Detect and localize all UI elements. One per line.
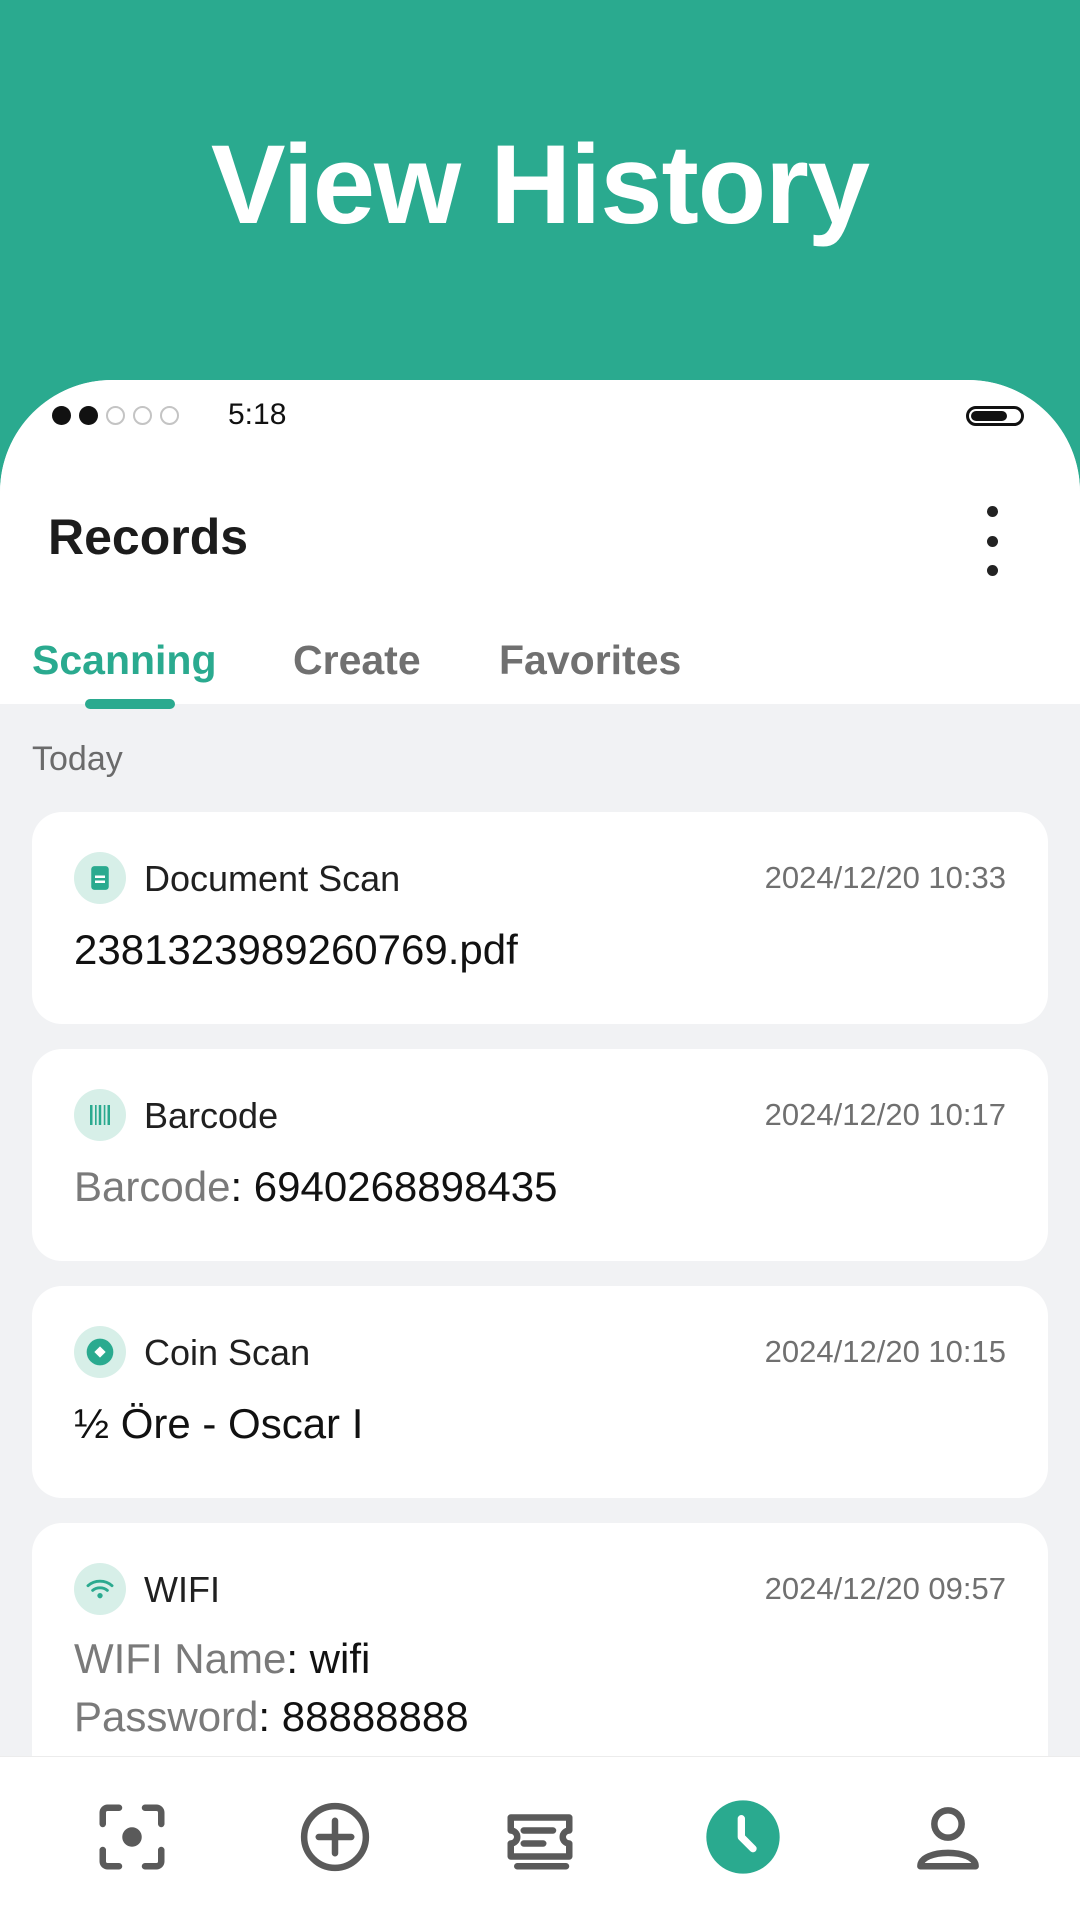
signal-dot: [133, 406, 152, 425]
field-value: : 6940268898435: [230, 1163, 558, 1210]
add-circle-icon: [300, 1802, 370, 1872]
barcode-icon: [74, 1089, 126, 1141]
status-time: 5:18: [228, 398, 287, 431]
battery-level: [971, 411, 1007, 421]
nav-profile[interactable]: [908, 1797, 988, 1877]
tab-favorites[interactable]: Favorites: [499, 637, 681, 684]
app-header-area: 5:18 Records Scanning Create Favorites: [0, 380, 1080, 709]
hero-title: View History: [210, 122, 870, 247]
more-vertical-icon: [986, 506, 998, 517]
active-tab-indicator: [85, 699, 175, 709]
nav-history[interactable]: [703, 1797, 783, 1877]
signal-indicator: [52, 406, 179, 425]
more-vertical-icon: [986, 565, 998, 576]
record-card-coin[interactable]: Coin Scan 2024/12/20 10:15 ½ Öre - Oscar…: [32, 1286, 1048, 1498]
signal-dot: [106, 406, 125, 425]
profile-icon: [917, 1807, 979, 1870]
record-time: 2024/12/20 10:33: [764, 860, 1006, 895]
field-label: Password: [74, 1693, 259, 1740]
record-time: 2024/12/20 09:57: [764, 1571, 1006, 1606]
record-type: Document Scan: [144, 858, 401, 899]
record-value: ½ Öre - Oscar I: [74, 1400, 364, 1447]
record-time: 2024/12/20 10:17: [764, 1097, 1006, 1132]
bottom-navigation: [0, 1756, 1080, 1921]
field-label: Barcode: [74, 1163, 231, 1210]
field-value: : wifi: [286, 1635, 371, 1682]
field-value: : 88888888: [258, 1693, 469, 1740]
nav-tickets[interactable]: [500, 1797, 580, 1877]
field-label: WIFI Name: [74, 1635, 287, 1682]
record-time: 2024/12/20 10:15: [764, 1334, 1006, 1369]
record-type: Coin Scan: [144, 1332, 311, 1373]
wifi-name-line: WIFI Name: wifi: [74, 1635, 370, 1683]
more-options-button[interactable]: [970, 506, 1014, 576]
record-type: WIFI: [144, 1569, 220, 1610]
record-type: Barcode: [144, 1095, 279, 1136]
document-icon: [74, 852, 126, 904]
wifi-password-line: Password: 88888888: [74, 1693, 469, 1741]
scan-icon: [99, 1804, 165, 1870]
nav-scan[interactable]: [92, 1797, 172, 1877]
wifi-icon: [74, 1563, 126, 1615]
signal-dot: [79, 406, 98, 425]
record-value: Barcode: 6940268898435: [74, 1163, 557, 1211]
section-label-today: Today: [32, 740, 123, 778]
phone-screen: 5:18 Records Scanning Create Favorites T…: [0, 380, 1080, 1920]
signal-dot: [160, 406, 179, 425]
history-clock-icon: [706, 1800, 780, 1874]
nav-create[interactable]: [295, 1797, 375, 1877]
battery-icon: [966, 406, 1024, 426]
signal-dot: [52, 406, 71, 425]
page-title: Records: [48, 509, 249, 565]
record-card-barcode[interactable]: Barcode 2024/12/20 10:17 Barcode: 694026…: [32, 1049, 1048, 1261]
coin-icon: [74, 1326, 126, 1378]
record-value: 2381323989260769.pdf: [74, 926, 518, 973]
tab-scanning[interactable]: Scanning: [32, 637, 217, 684]
ticket-icon: [507, 1814, 573, 1870]
record-card-document[interactable]: Document Scan 2024/12/20 10:33 238132398…: [32, 812, 1048, 1024]
tab-create[interactable]: Create: [293, 637, 421, 684]
more-vertical-icon: [986, 535, 998, 547]
